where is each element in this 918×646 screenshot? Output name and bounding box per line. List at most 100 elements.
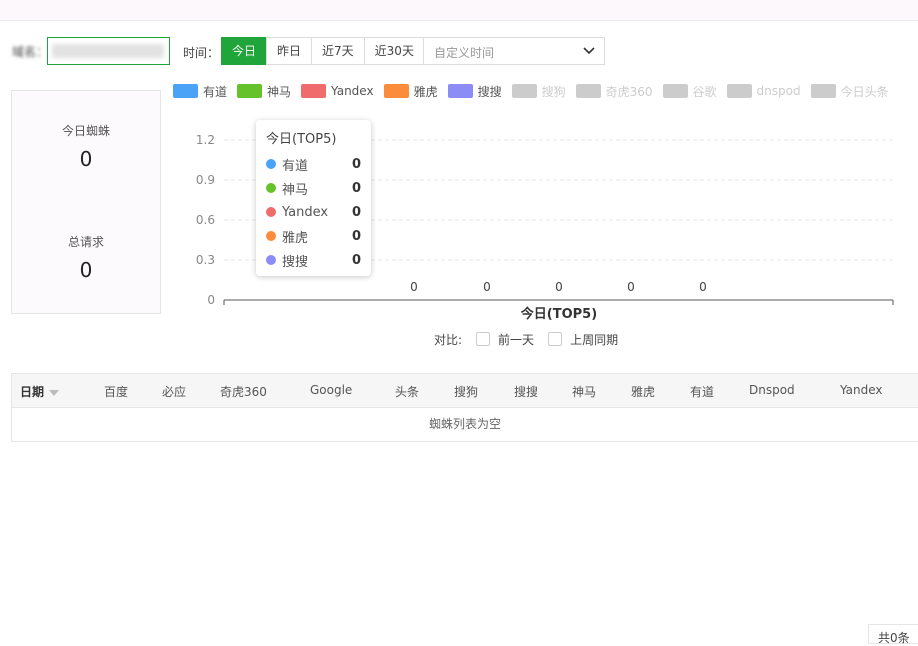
column-header-label: 有道 <box>690 385 715 399</box>
tooltip-series-name: 搜搜 <box>282 254 309 270</box>
column-header: 必应 <box>162 383 186 400</box>
legend-swatch <box>383 84 409 98</box>
compare-label: 对比: <box>434 332 463 347</box>
column-header: 搜搜 <box>514 383 538 400</box>
pager-total: 共0条 <box>868 624 918 645</box>
bar-data-label: 0 <box>627 280 635 294</box>
tooltip-row: 雅虎 0 <box>266 224 361 248</box>
column-header[interactable]: 日期 <box>20 383 60 400</box>
tooltip-dot <box>266 255 276 265</box>
tooltip-dot <box>266 207 276 217</box>
custom-time-select[interactable]: 自定义时间 <box>423 37 605 65</box>
tooltip-series-value: 0 <box>351 228 361 244</box>
legend-item[interactable]: Yandex <box>301 84 374 98</box>
column-header: Google <box>310 383 352 397</box>
legend-item[interactable]: 奇虎360 <box>575 83 653 100</box>
legend-item[interactable]: 雅虎 <box>383 83 438 100</box>
column-header: 头条 <box>395 383 419 400</box>
last-7-days-button[interactable]: 近7天 <box>311 37 365 65</box>
tooltip-dot <box>266 231 276 241</box>
column-header-label: 日期 <box>20 385 45 399</box>
tooltip-series-name: 神马 <box>282 182 309 198</box>
y-tick-label: 0.6 <box>196 213 215 227</box>
tooltip-series-value: 0 <box>351 252 361 268</box>
legend-swatch <box>810 84 836 98</box>
legend-swatch <box>511 84 537 98</box>
tooltip-row: Yandex 0 <box>266 200 361 224</box>
legend-item[interactable]: 神马 <box>237 83 291 100</box>
tooltip-dot <box>266 183 276 193</box>
legend-label: 有道 <box>203 84 228 99</box>
time-label: 时间： <box>183 46 220 60</box>
yesterday-button[interactable]: 昨日 <box>266 37 313 65</box>
chevron-down-icon <box>583 47 595 55</box>
column-header-label: Google <box>310 383 353 397</box>
legend-swatch <box>447 84 473 98</box>
legend-swatch <box>575 84 601 98</box>
legend-label: 神马 <box>267 84 292 99</box>
legend-label: 搜狗 <box>541 84 566 99</box>
legend-item[interactable]: dnspod <box>726 84 801 98</box>
custom-time-placeholder: 自定义时间 <box>434 46 495 60</box>
legend-label: 今日头条 <box>840 84 889 99</box>
last-week-checkbox[interactable] <box>548 332 563 346</box>
x-axis-label: 今日(TOP5) <box>520 306 597 322</box>
time-button-group: 今日 昨日 近7天 近30天 <box>221 37 425 65</box>
legend-swatch <box>173 84 198 98</box>
today-spider-value: 0 <box>79 147 93 171</box>
column-header-label: Yandex <box>840 383 883 397</box>
legend-item[interactable]: 搜狗 <box>511 83 566 100</box>
domain-select[interactable] <box>47 37 170 65</box>
sort-down-icon[interactable] <box>49 389 60 396</box>
y-tick-label: 0.9 <box>196 173 215 187</box>
last-30-days-button[interactable]: 近30天 <box>363 37 425 65</box>
column-header-label: 百度 <box>104 385 129 399</box>
filter-bar: 域名： 时间： 今日 昨日 近7天 近30天 自定义时间 <box>0 37 918 65</box>
legend-item[interactable]: 谷歌 <box>662 83 717 100</box>
bar-data-label: 0 <box>483 280 491 294</box>
y-tick-label: 0.3 <box>196 253 215 267</box>
legend-swatch <box>301 84 327 98</box>
tooltip-row: 有道 0 <box>266 152 361 176</box>
domain-label: 域名： <box>12 45 49 59</box>
column-header: 百度 <box>104 383 128 400</box>
column-header-label: 奇虎360 <box>220 385 267 399</box>
last-week-label: 上周同期 <box>570 332 619 347</box>
legend-item[interactable]: 搜搜 <box>447 83 502 100</box>
table-empty-text: 蜘蛛列表为空 <box>428 417 501 431</box>
previous-day-checkbox[interactable] <box>476 332 491 346</box>
column-header: Yandex <box>840 383 883 397</box>
column-header-label: 神马 <box>572 385 597 399</box>
tooltip-title: 今日(TOP5) <box>266 132 337 147</box>
tooltip-dot <box>266 159 276 169</box>
chart-legend: 有道 神马 Yandex 雅虎 搜搜 搜狗 奇虎360 谷歌 dnspod 今日头条 <box>173 82 899 100</box>
table-empty-row: 蜘蛛列表为空 <box>12 408 918 441</box>
tooltip-row: 搜搜 0 <box>266 248 361 272</box>
legend-swatch <box>237 84 263 98</box>
spider-table: 日期 百度 必应 奇虎360 Google 头条 搜狗 搜搜 神马 雅虎 有道 Dnspod Yande… <box>11 373 918 442</box>
column-header: 搜狗 <box>454 383 478 400</box>
today-spider-label: 今日蜘蛛 <box>61 124 110 138</box>
table-header: 日期 百度 必应 奇虎360 Google 头条 搜狗 搜搜 神马 雅虎 有道 Dnspod Yande… <box>12 374 918 408</box>
y-tick-label: 1.2 <box>196 133 215 147</box>
legend-swatch <box>726 84 752 98</box>
today-button[interactable]: 今日 <box>221 37 268 65</box>
tooltip-row: 神马 0 <box>266 176 361 200</box>
total-requests-value: 0 <box>79 258 93 282</box>
legend-item[interactable]: 有道 <box>173 83 227 100</box>
legend-label: 雅虎 <box>413 84 438 99</box>
legend-label: 谷歌 <box>692 84 717 99</box>
tooltip-series-name: 雅虎 <box>282 230 309 246</box>
tooltip-series-name: Yandex <box>282 204 329 220</box>
legend-item[interactable]: 今日头条 <box>810 83 889 100</box>
tooltip-series-value: 0 <box>351 180 361 196</box>
tooltip-series-value: 0 <box>351 156 361 172</box>
y-tick-label: 0 <box>207 293 215 307</box>
compare-bar: 对比: 前一天 上周同期 <box>434 330 618 348</box>
legend-label: 搜搜 <box>477 84 502 99</box>
tooltip-series-value: 0 <box>351 204 361 220</box>
column-header: 神马 <box>572 383 596 400</box>
column-header-label: Dnspod <box>749 383 795 397</box>
legend-swatch <box>662 84 688 98</box>
stats-panel: 今日蜘蛛 0 总请求 0 <box>11 90 161 314</box>
